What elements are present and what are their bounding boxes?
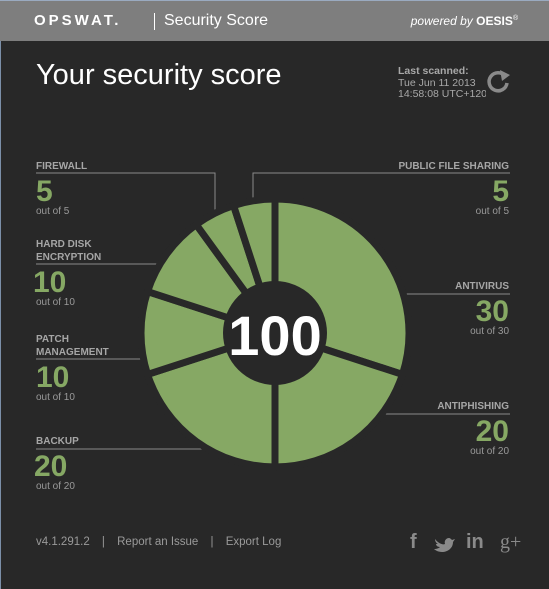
footer: v4.1.291.2 | Report an Issue | Export Lo… xyxy=(36,536,290,548)
category-max: out of 5 xyxy=(475,206,509,217)
category-firewall: FIREWALL 5 out of 5 xyxy=(36,160,87,217)
category-backup: BACKUP 20 out of 20 xyxy=(34,435,79,492)
category-max: out of 20 xyxy=(36,481,75,492)
category-name: BACKUP xyxy=(36,436,79,447)
footer-separator: | xyxy=(101,536,105,548)
export-log-link[interactable]: Export Log xyxy=(226,536,282,548)
category-score: 10 xyxy=(33,266,67,299)
category-name: HARD DISK ENCRYPTION xyxy=(36,239,102,263)
google-plus-icon[interactable]: g+ xyxy=(500,531,521,554)
category-score: 5 xyxy=(36,175,53,208)
category-max: out of 10 xyxy=(36,392,75,403)
category-score: 20 xyxy=(34,450,68,483)
report-issue-link[interactable]: Report an Issue xyxy=(117,536,198,548)
footer-separator: | xyxy=(210,536,214,548)
category-name: PUBLIC FILE SHARING xyxy=(398,161,509,172)
category-max: out of 30 xyxy=(470,326,509,337)
category-max: out of 10 xyxy=(36,297,75,308)
version-label: v4.1.291.2 xyxy=(36,536,90,548)
category-score: 10 xyxy=(36,361,70,394)
category-score: 30 xyxy=(475,295,509,328)
linkedin-icon[interactable]: in xyxy=(466,531,484,554)
category-antiphishing: ANTIPHISHING 20 out of 20 xyxy=(437,400,509,457)
category-name: FIREWALL xyxy=(36,161,88,172)
facebook-icon[interactable]: f xyxy=(410,531,417,554)
category-name: ANTIVIRUS xyxy=(455,281,509,292)
category-name: PATCH MANAGEMENT xyxy=(36,334,109,358)
category-antivirus: ANTIVIRUS 30 out of 30 xyxy=(455,280,509,337)
twitter-icon[interactable] xyxy=(433,535,455,553)
category-score: 20 xyxy=(475,415,509,448)
category-max: out of 5 xyxy=(36,206,70,217)
category-max: out of 20 xyxy=(470,446,509,457)
category-hard-disk-encryption: HARD DISK ENCRYPTION 10 out of 10 xyxy=(33,238,126,308)
category-public-file-sharing: PUBLIC FILE SHARING 5 out of 5 xyxy=(398,160,509,217)
total-score: 100 xyxy=(228,304,321,367)
category-name: ANTIPHISHING xyxy=(437,401,509,412)
category-score: 5 xyxy=(492,175,509,208)
category-patch-management: PATCH MANAGEMENT 10 out of 10 xyxy=(36,333,126,403)
